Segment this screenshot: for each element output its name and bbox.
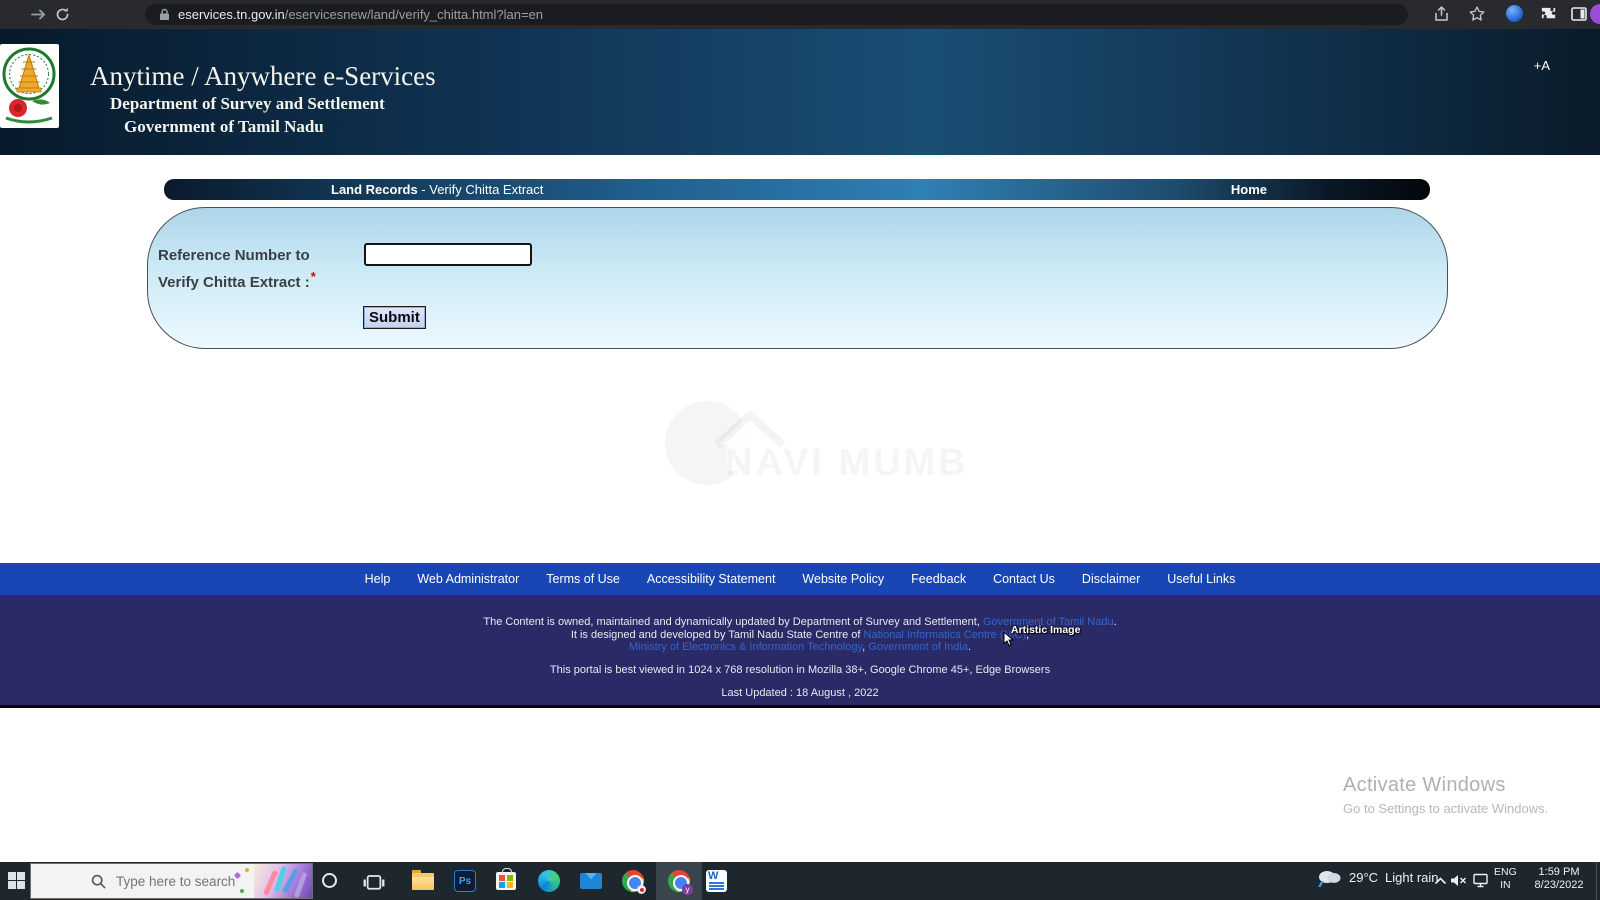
file-explorer-icon[interactable] [412, 870, 434, 892]
task-view-icon[interactable] [363, 872, 385, 894]
search-highlights-art[interactable] [254, 864, 312, 898]
footer-link-web-administrator[interactable]: Web Administrator [417, 572, 519, 586]
url-bar[interactable]: eservices.tn.gov.in/eservicesnew/land/ve… [145, 4, 1408, 25]
footer-link-help[interactable]: Help [365, 572, 391, 586]
section-title-bold: Land Records [331, 182, 418, 197]
chrome-pinned-badge [637, 885, 646, 894]
weather-desc: Light rain [1385, 870, 1438, 885]
verify-chitta-panel: Reference Number to Verify Chitta Extrac… [147, 207, 1448, 349]
chrome-profile-badge: y [682, 884, 693, 895]
footer-best-viewed: This portal is best viewed in 1024 x 768… [0, 665, 1600, 677]
profile-avatar[interactable] [1590, 4, 1600, 24]
start-icon[interactable] [8, 872, 25, 889]
browser-toolbar: eservices.tn.gov.in/eservicesnew/land/ve… [0, 0, 1600, 29]
navi-mumbai-watermark: NAVI MUMBAI [655, 393, 965, 498]
footer-link-accessibility-statement[interactable]: Accessibility Statement [647, 572, 776, 586]
footer-link-useful-links[interactable]: Useful Links [1167, 572, 1235, 586]
home-link[interactable]: Home [1231, 179, 1267, 200]
activate-windows-watermark: Activate Windows Go to Settings to activ… [1343, 774, 1548, 816]
site-subtitle-government: Government of Tamil Nadu [124, 117, 324, 137]
weather-temp: 29°C [1349, 870, 1378, 885]
refresh-icon[interactable] [54, 6, 71, 23]
language-line2: IN [1494, 879, 1517, 892]
site-title: Anytime / Anywhere e-Services [90, 61, 436, 92]
required-asterisk: * [311, 269, 316, 284]
font-size-increase-control[interactable]: +A [1534, 58, 1550, 73]
sparkle-icon [240, 889, 244, 893]
footer-content: The Content is owned, maintained and dyn… [0, 595, 1600, 708]
language-indicator[interactable]: ENG IN [1494, 866, 1517, 892]
taskbar-search-box[interactable] [30, 863, 313, 899]
footer-link-feedback[interactable]: Feedback [911, 572, 966, 586]
search-icon [91, 874, 106, 889]
site-subtitle-department: Department of Survey and Settlement [110, 94, 385, 114]
screen: eservices.tn.gov.in/eservicesnew/land/ve… [0, 0, 1600, 900]
forward-icon[interactable] [30, 6, 47, 23]
tamil-nadu-seal-icon [2, 46, 57, 126]
share-icon[interactable] [1433, 5, 1451, 23]
side-panel-icon[interactable] [1570, 5, 1588, 23]
url-path: /eservicesnew/land/verify_chitta.html?la… [285, 7, 543, 22]
svg-text:NAVI MUMBAI: NAVI MUMBAI [725, 442, 965, 484]
search-input[interactable] [116, 874, 246, 889]
activate-windows-line1: Activate Windows [1343, 774, 1548, 797]
weather-rain-icon [1316, 867, 1342, 887]
photoshop-icon[interactable]: Ps [454, 870, 476, 892]
link-government-of-india[interactable]: Government of India [868, 641, 968, 653]
mail-icon[interactable] [580, 870, 602, 892]
extension-blue-icon[interactable] [1506, 5, 1523, 22]
show-desktop-button[interactable] [1596, 862, 1600, 900]
taskbar: Ps y W [0, 862, 1600, 900]
reference-number-label-line2: Verify Chitta Extract :* [158, 266, 316, 293]
footer-line-1: The Content is owned, maintained and dyn… [0, 617, 1600, 629]
mouse-cursor-icon [1003, 631, 1015, 647]
link-nic[interactable]: National Informatics Centre (NIC) [864, 629, 1027, 641]
tray-chevron-icon[interactable] [1434, 877, 1447, 885]
reference-number-label: Reference Number to Verify Chitta Extrac… [158, 245, 316, 293]
chrome-icon[interactable] [622, 870, 644, 892]
url-domain: eservices.tn.gov.in [178, 7, 285, 22]
artistic-image-tooltip: Artistic Image [1011, 624, 1080, 636]
footer-line-2: It is designed and developed by Tamil Na… [0, 630, 1600, 642]
clock[interactable]: 1:59 PM 8/23/2022 [1528, 866, 1590, 892]
cortana-icon[interactable] [322, 873, 337, 888]
footer-link-website-policy[interactable]: Website Policy [802, 572, 884, 586]
sparkle-icon [245, 868, 249, 872]
section-title-rest: - Verify Chitta Extract [418, 182, 544, 197]
footer-link-disclaimer[interactable]: Disclaimer [1082, 572, 1140, 586]
reference-number-input[interactable] [364, 243, 532, 266]
volume-muted-icon[interactable] [1450, 873, 1468, 888]
navi-mumbai-watermark-icon: NAVI MUMBAI [655, 393, 965, 493]
ms-store-icon[interactable] [496, 870, 518, 892]
activate-windows-line2: Go to Settings to activate Windows. [1343, 801, 1548, 816]
footer-nav: Help Web Administrator Terms of Use Acce… [0, 563, 1600, 595]
tn-govt-logo [0, 44, 59, 128]
footer-last-updated: Last Updated : 18 August , 2022 [0, 688, 1600, 700]
bookmark-star-icon[interactable] [1468, 5, 1486, 23]
clock-date: 8/23/2022 [1528, 879, 1590, 892]
section-title-band: Land Records - Verify Chitta Extract Hom… [164, 179, 1430, 200]
chrome-profile-icon[interactable]: y [668, 870, 690, 892]
clock-time: 1:59 PM [1528, 866, 1590, 879]
lock-icon [159, 8, 170, 21]
link-ministry-meity[interactable]: Ministry of Electronics & Information Te… [629, 641, 862, 653]
footer-link-contact-us[interactable]: Contact Us [993, 572, 1055, 586]
url-text: eservices.tn.gov.in/eservicesnew/land/ve… [178, 7, 543, 22]
submit-button[interactable]: Submit [363, 306, 426, 329]
edge-icon[interactable] [538, 870, 560, 892]
extensions-puzzle-icon[interactable] [1540, 5, 1558, 23]
language-line1: ENG [1494, 866, 1517, 879]
footer-line-3: Ministry of Electronics & Information Te… [0, 642, 1600, 654]
weather-widget[interactable]: 29°C Light rain [1316, 867, 1439, 887]
word-icon[interactable]: W [706, 870, 728, 892]
site-header: Anytime / Anywhere e-Services Department… [0, 29, 1600, 155]
reference-number-label-line1: Reference Number to [158, 245, 316, 266]
network-icon[interactable] [1472, 873, 1490, 888]
footer-link-terms-of-use[interactable]: Terms of Use [546, 572, 620, 586]
